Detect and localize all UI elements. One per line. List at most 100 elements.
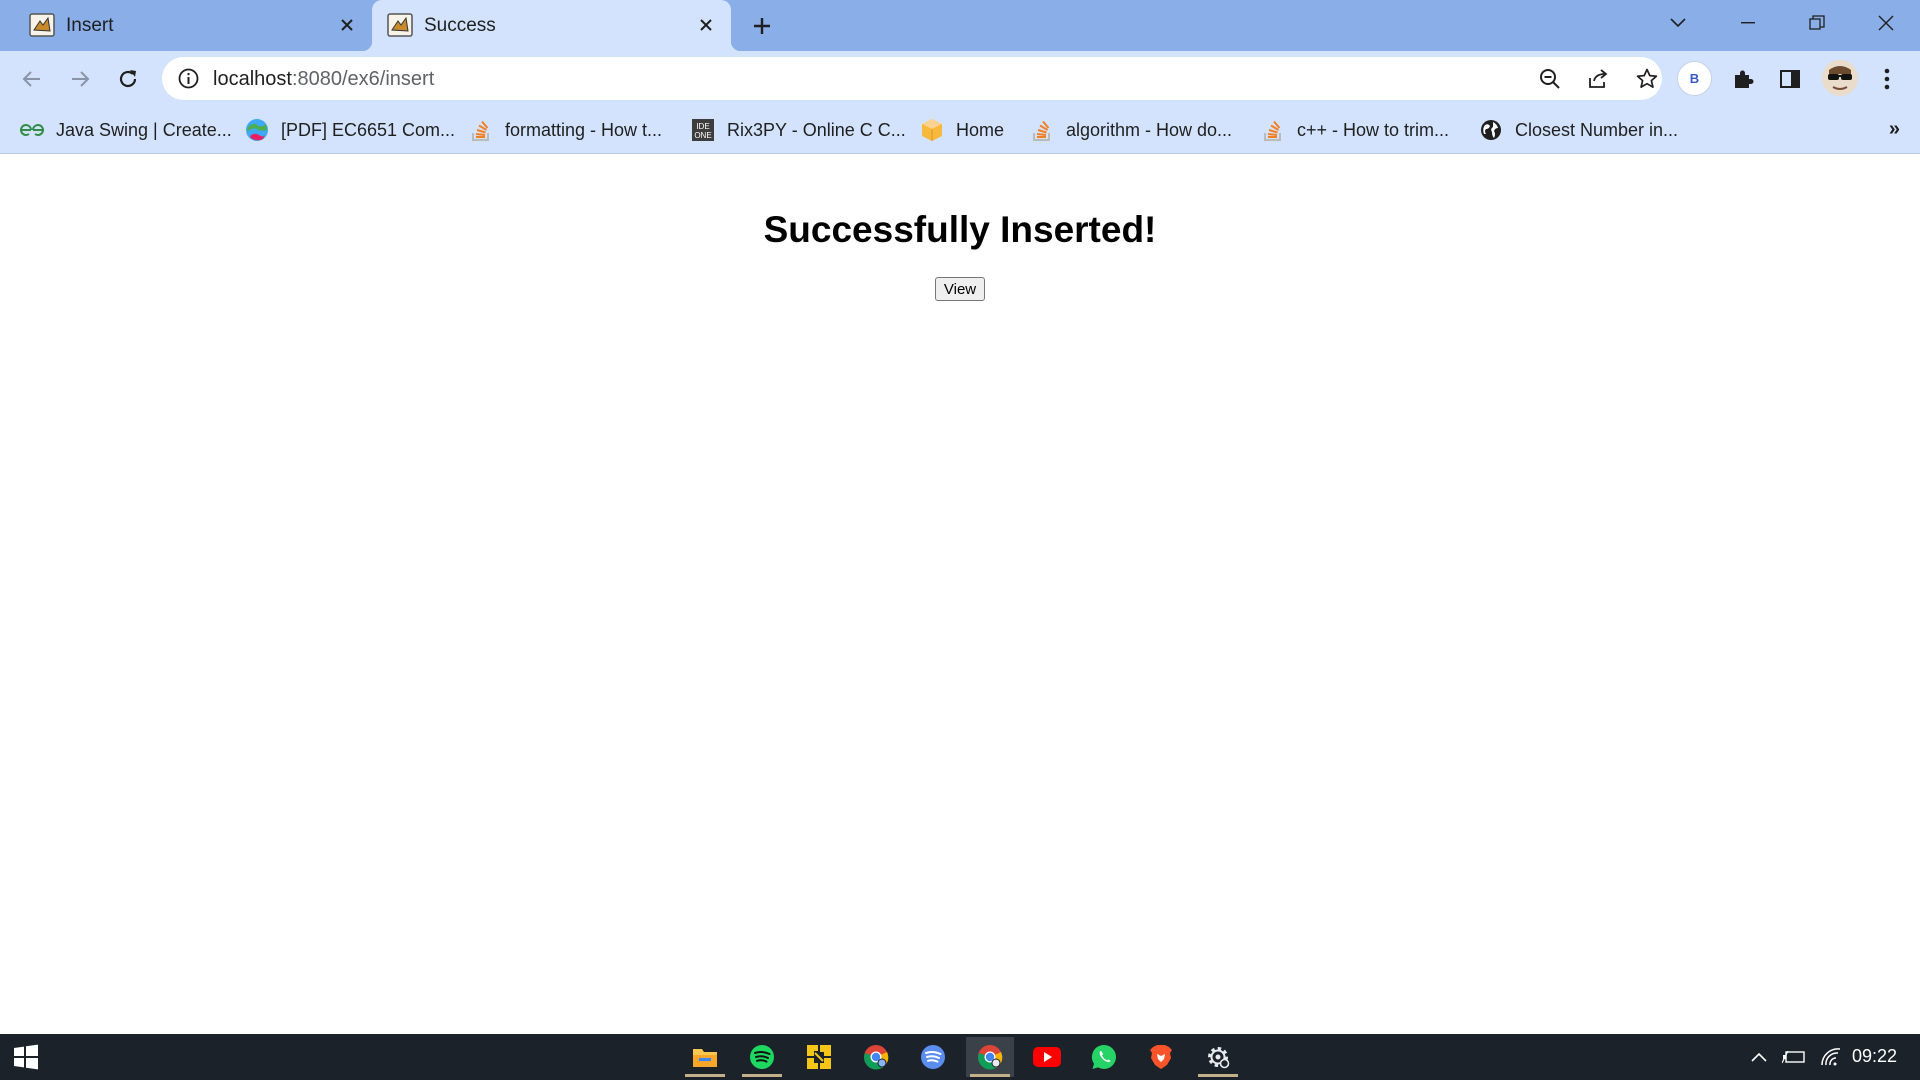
bookmark-label: algorithm - How do... bbox=[1066, 119, 1233, 140]
url-host: localhost bbox=[213, 68, 292, 90]
taskbar-settings[interactable] bbox=[1194, 1037, 1242, 1077]
profile-initial: B bbox=[1689, 71, 1700, 86]
star-icon[interactable] bbox=[1634, 66, 1660, 92]
app-icon bbox=[807, 1045, 831, 1069]
brave-icon bbox=[1150, 1045, 1172, 1069]
chrome-icon bbox=[864, 1045, 889, 1070]
reload-icon bbox=[119, 70, 137, 88]
menu-kebab-icon[interactable] bbox=[1870, 62, 1904, 96]
forward-button[interactable] bbox=[63, 62, 97, 96]
windows-icon bbox=[14, 1044, 38, 1070]
bookmark-label: Rix3PY - Online C C... bbox=[727, 119, 906, 140]
tomcat-favicon-icon bbox=[29, 13, 55, 37]
view-button[interactable]: View bbox=[935, 277, 985, 301]
new-tab-button[interactable] bbox=[748, 12, 776, 40]
tray-overflow-button[interactable] bbox=[1744, 1034, 1774, 1080]
globe-colorful-icon bbox=[245, 118, 269, 142]
bookmark-item[interactable]: algorithm - How do... bbox=[1030, 114, 1232, 146]
bookmark-item[interactable]: Closest Number in... bbox=[1479, 114, 1678, 146]
taskbar-brave[interactable] bbox=[1137, 1037, 1185, 1077]
tab-title: Success bbox=[424, 15, 496, 36]
tab-search-button[interactable] bbox=[1658, 8, 1698, 38]
restore-icon bbox=[1809, 15, 1825, 30]
close-window-button[interactable] bbox=[1866, 8, 1906, 38]
side-panel-icon[interactable] bbox=[1773, 62, 1807, 96]
avatar[interactable] bbox=[1822, 60, 1858, 96]
bookmark-item[interactable]: IDE ONE Rix3PY - Online C C... bbox=[691, 114, 906, 146]
taskbar-whatsapp[interactable] bbox=[1080, 1037, 1128, 1077]
arrow-left-icon bbox=[22, 71, 40, 87]
bookmark-label: Closest Number in... bbox=[1515, 119, 1679, 140]
profile-button[interactable]: B bbox=[1677, 61, 1712, 96]
svg-text:ONE: ONE bbox=[694, 131, 711, 140]
stackoverflow-icon bbox=[469, 118, 493, 142]
youtube-icon bbox=[1033, 1047, 1061, 1067]
chrome-active-icon bbox=[978, 1045, 1003, 1070]
bookmark-label: Java Swing | Create... bbox=[56, 119, 232, 140]
settings-icon bbox=[1208, 1047, 1230, 1069]
file-explorer-icon bbox=[693, 1049, 717, 1067]
spotify-web-icon bbox=[921, 1045, 945, 1069]
stackoverflow-icon bbox=[1261, 118, 1285, 142]
chevron-up-icon bbox=[1751, 1052, 1767, 1062]
bookmarks-bar: Java Swing | Create... [PDF] EC6651 Com.… bbox=[0, 106, 1920, 154]
bookmark-label: c++ - How to trim... bbox=[1297, 119, 1450, 140]
url-text[interactable]: localhost:8080/ex6/insert bbox=[213, 68, 434, 91]
bookmark-item[interactable]: Home bbox=[920, 114, 1004, 146]
extensions-icon[interactable] bbox=[1726, 62, 1760, 96]
tab-insert[interactable]: Insert bbox=[14, 0, 372, 51]
taskbar-spotify-web[interactable] bbox=[909, 1037, 957, 1077]
bookmark-item[interactable]: [PDF] EC6651 Com... bbox=[245, 114, 455, 146]
zoom-icon[interactable] bbox=[1537, 66, 1563, 92]
minimize-button[interactable] bbox=[1728, 8, 1768, 38]
restore-button[interactable] bbox=[1797, 8, 1837, 38]
bookmarks-overflow-button[interactable]: » bbox=[1889, 118, 1900, 141]
bookmark-label: formatting - How t... bbox=[505, 119, 663, 140]
taskbar-youtube[interactable] bbox=[1023, 1037, 1071, 1077]
bookmark-item[interactable]: formatting - How t... bbox=[469, 114, 662, 146]
whatsapp-icon bbox=[1091, 1044, 1116, 1069]
reload-button[interactable] bbox=[111, 62, 145, 96]
bookmark-item[interactable]: c++ - How to trim... bbox=[1261, 114, 1449, 146]
taskbar-file-explorer[interactable] bbox=[681, 1037, 729, 1077]
globe-icon bbox=[1479, 118, 1503, 142]
info-icon[interactable] bbox=[177, 67, 200, 90]
taskbar-chrome[interactable] bbox=[852, 1037, 900, 1077]
share-icon[interactable] bbox=[1585, 66, 1611, 92]
battery-button[interactable] bbox=[1779, 1034, 1809, 1080]
minimize-icon bbox=[1741, 22, 1755, 24]
clock[interactable]: 09:22 bbox=[1852, 1046, 1897, 1067]
bookmark-label: [PDF] EC6651 Com... bbox=[281, 119, 456, 140]
chevron-down-icon bbox=[1670, 18, 1686, 28]
taskbar-app[interactable] bbox=[795, 1037, 843, 1077]
cube-icon bbox=[920, 118, 944, 142]
wifi-icon bbox=[1821, 1048, 1841, 1066]
geeksforgeeks-icon bbox=[20, 118, 44, 142]
arrow-right-icon bbox=[72, 71, 90, 87]
close-icon[interactable] bbox=[336, 14, 358, 36]
bookmark-item[interactable]: Java Swing | Create... bbox=[20, 114, 232, 146]
svg-text:IDE: IDE bbox=[696, 122, 709, 131]
page-title: Successfully Inserted! bbox=[763, 209, 1157, 250]
ideone-icon: IDE ONE bbox=[691, 118, 715, 142]
close-icon[interactable] bbox=[695, 14, 717, 36]
tab-title: Insert bbox=[66, 15, 114, 36]
taskbar-chrome-active[interactable] bbox=[966, 1037, 1014, 1077]
screen: Insert Success localhost:8080/ex6/insert… bbox=[0, 0, 1920, 1080]
taskbar: 09:22 bbox=[0, 1034, 1920, 1080]
page-content: Successfully Inserted! View bbox=[0, 155, 1920, 1034]
plus-icon bbox=[754, 18, 770, 34]
taskbar-spotify[interactable] bbox=[738, 1037, 786, 1077]
back-button[interactable] bbox=[15, 62, 49, 96]
start-button[interactable] bbox=[2, 1037, 50, 1077]
address-bar[interactable]: localhost:8080/ex6/insert bbox=[162, 57, 1662, 100]
wifi-button[interactable] bbox=[1816, 1034, 1846, 1080]
tomcat-favicon-icon bbox=[387, 13, 413, 37]
stackoverflow-icon bbox=[1030, 118, 1054, 142]
tab-success[interactable]: Success bbox=[362, 0, 741, 51]
battery-icon bbox=[1782, 1050, 1805, 1064]
toolbar: localhost:8080/ex6/insert B bbox=[0, 51, 1920, 106]
url-path: :8080/ex6/insert bbox=[291, 68, 435, 90]
close-icon bbox=[1878, 15, 1894, 31]
tab-strip: Insert Success bbox=[0, 0, 1920, 51]
